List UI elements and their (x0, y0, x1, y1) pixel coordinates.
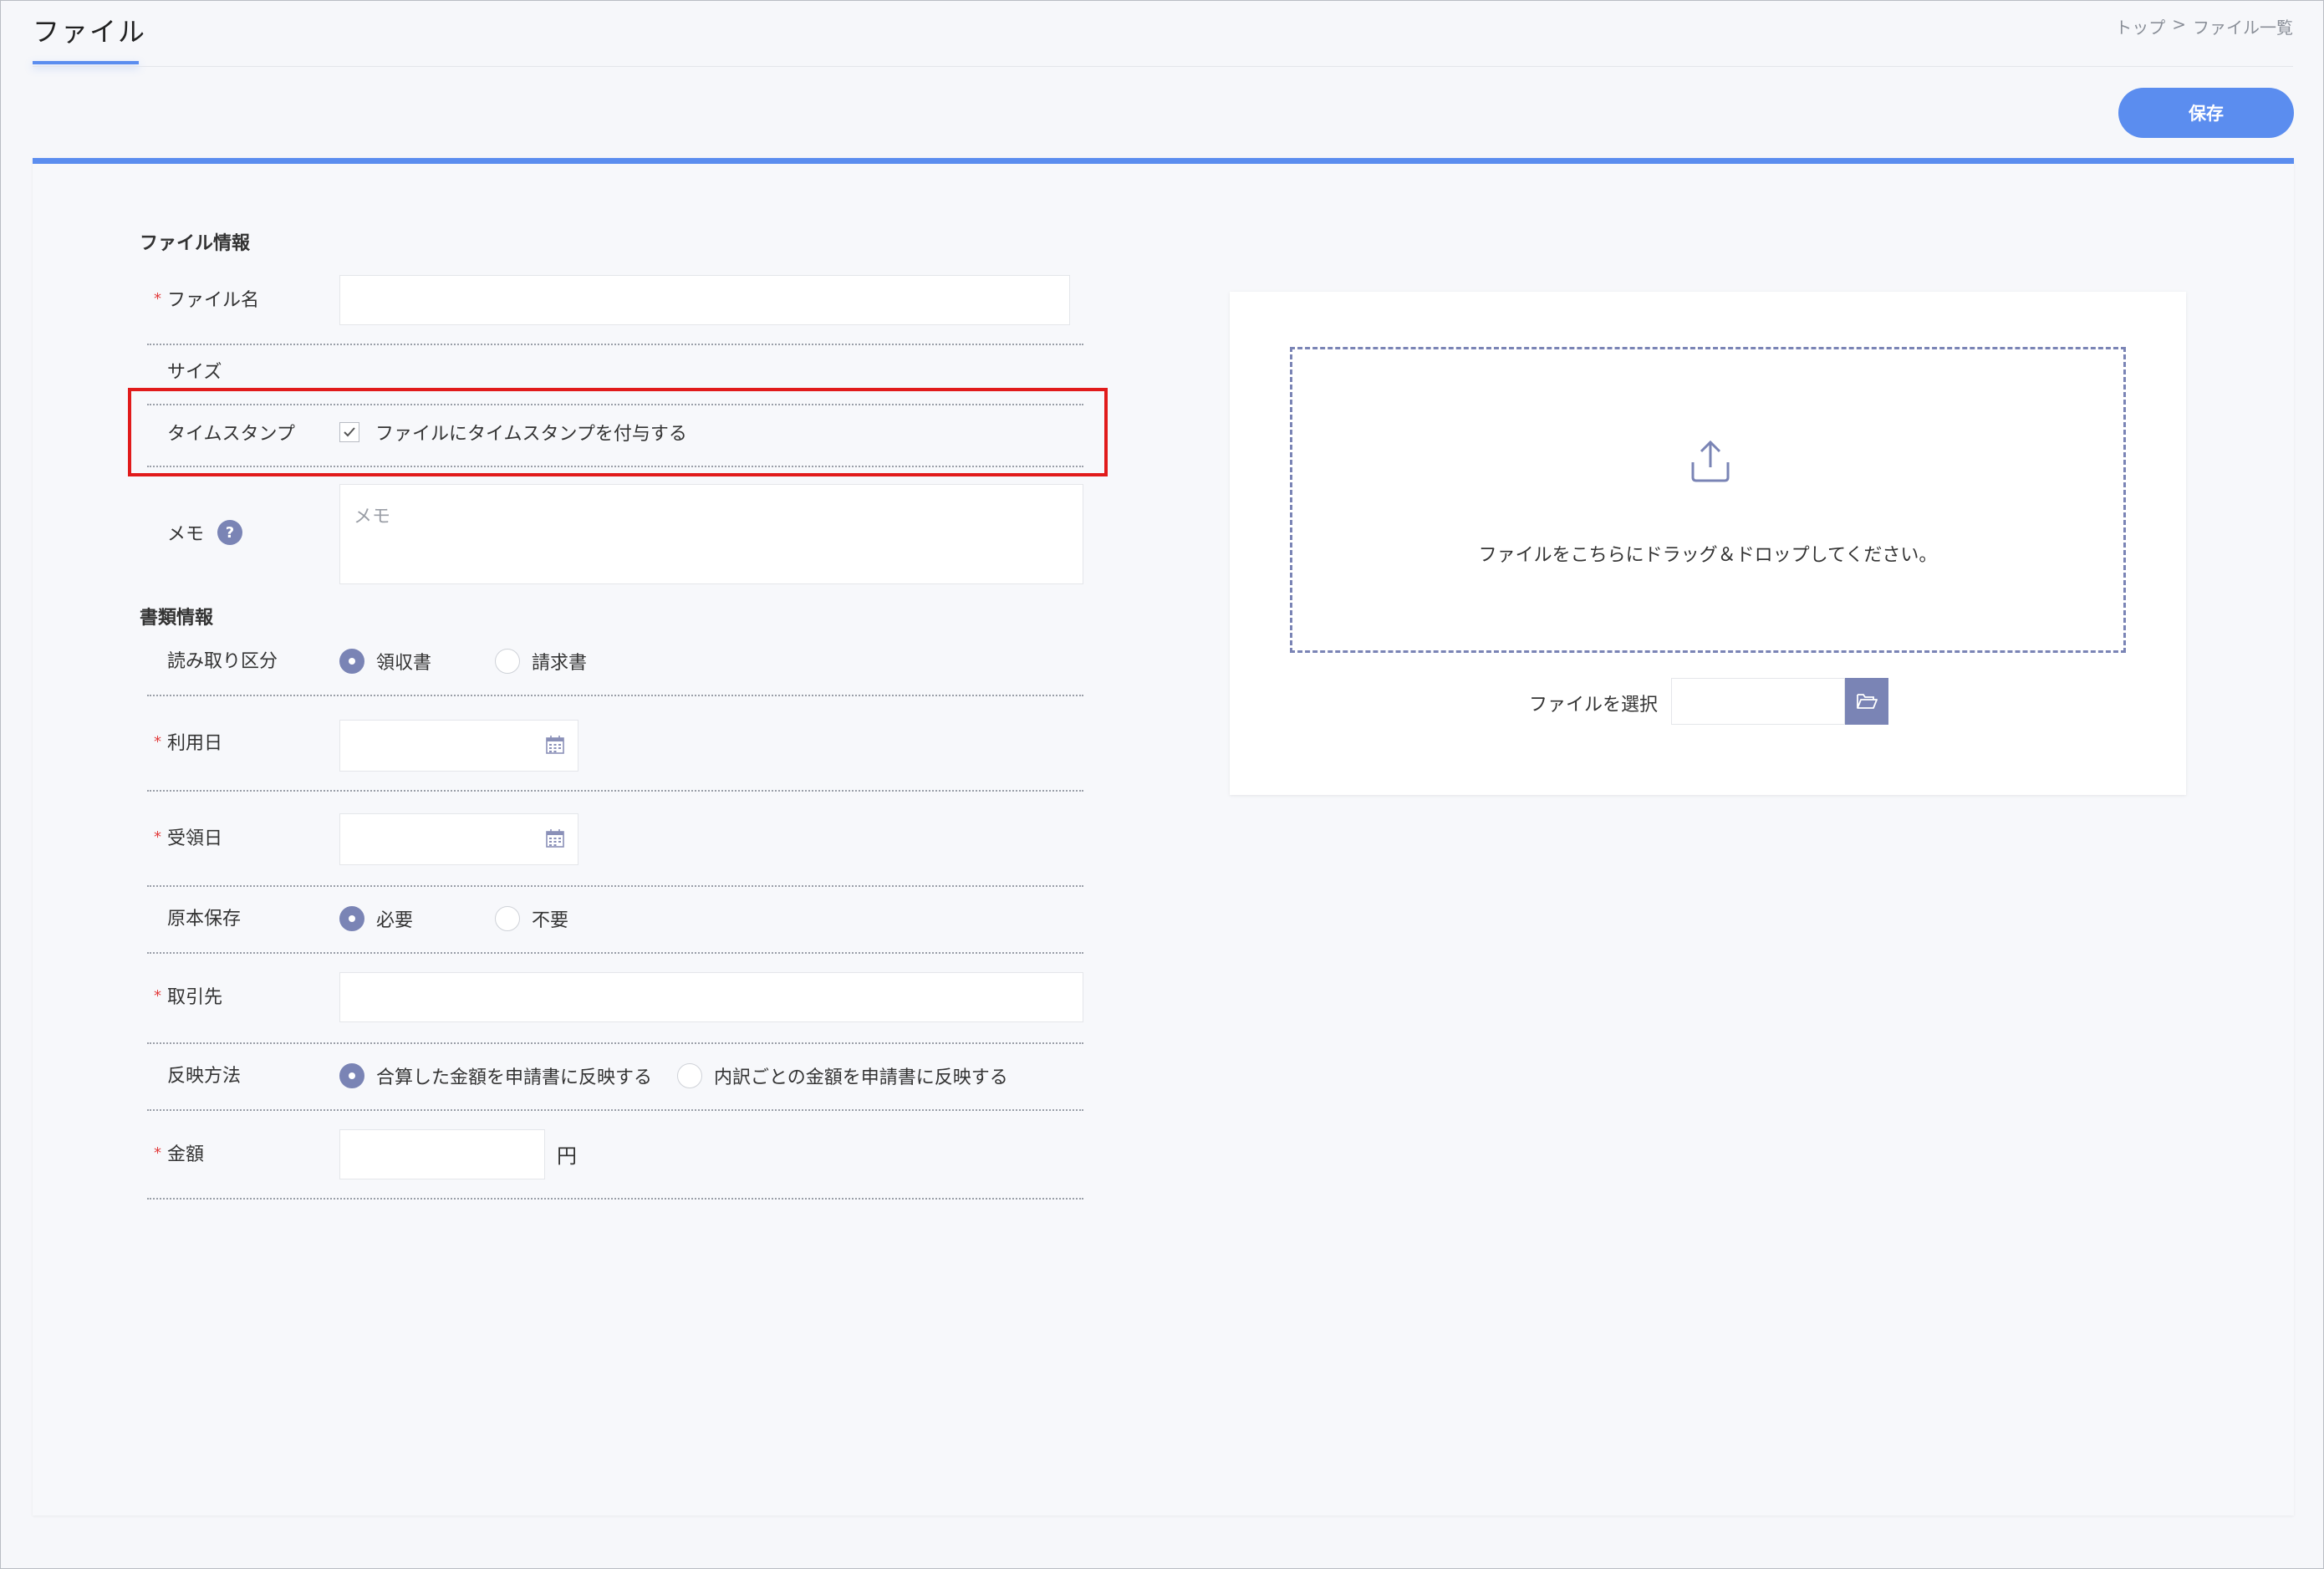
amount-label-text: 金額 (167, 1144, 205, 1165)
receipt-date-row: * 受領日 (147, 792, 1083, 887)
use-date-label: * 利用日 (154, 728, 223, 755)
memo-label: メモ ? (167, 519, 243, 546)
amount-unit: 円 (557, 1144, 577, 1168)
radio-invoice-circle[interactable] (495, 649, 521, 674)
help-icon[interactable]: ? (217, 520, 243, 545)
radio-required[interactable]: 必要 (339, 905, 413, 932)
amount-label: * 金額 (154, 1139, 205, 1166)
header-divider (33, 66, 2293, 67)
drop-text: ファイルをこちらにドラッグ＆ドロップしてください。 (1478, 545, 1938, 566)
folder-browse-button[interactable] (1845, 678, 1888, 725)
radio-not-required-label[interactable]: 不要 (532, 905, 568, 932)
radio-receipt-label[interactable]: 領収書 (376, 648, 431, 675)
calendar-icon[interactable] (546, 736, 564, 754)
breadcrumb-separator: > (2172, 14, 2186, 34)
breadcrumb-current: ファイル一覧 (2193, 18, 2293, 38)
required-mark: * (154, 986, 161, 1005)
radio-not-required[interactable]: 不要 (495, 905, 568, 932)
radio-breakdown-label[interactable]: 内訳ごとの金額を申請書に反映する (714, 1062, 1008, 1089)
partner-row: * 取引先 (147, 954, 1083, 1044)
breadcrumb: トップ > ファイル一覧 (2115, 14, 2293, 38)
reflect-method-row: 反映方法 合算した金額を申請書に反映する 内訳ごとの金額を申請書に反映する (147, 1044, 1083, 1111)
save-button[interactable]: 保存 (2118, 88, 2294, 138)
radio-not-required-circle[interactable] (495, 906, 521, 931)
read-type-row: 読み取り区分 領収書 請求書 (147, 636, 1083, 696)
original-storage-row: 原本保存 必要 不要 (147, 887, 1083, 954)
radio-breakdown-circle[interactable] (677, 1063, 703, 1088)
radio-combined-circle[interactable] (339, 1063, 364, 1088)
app-window: ファイル トップ > ファイル一覧 保存 ファイル情報 * ファイル名 サイズ … (0, 0, 2324, 1569)
radio-invoice-label[interactable]: 請求書 (532, 648, 587, 675)
title-underline (33, 61, 139, 64)
use-date-input[interactable] (339, 720, 578, 772)
drop-zone[interactable]: ファイルをこちらにドラッグ＆ドロップしてください。 (1290, 347, 2126, 653)
radio-combined[interactable]: 合算した金額を申請書に反映する (339, 1062, 652, 1089)
memo-placeholder: メモ (354, 507, 391, 527)
file-name-label: * ファイル名 (154, 285, 260, 312)
page-title: ファイル (33, 16, 147, 48)
receipt-date-label: * 受領日 (154, 823, 223, 850)
radio-breakdown[interactable]: 内訳ごとの金額を申請書に反映する (677, 1062, 1008, 1089)
radio-combined-label[interactable]: 合算した金額を申請書に反映する (376, 1062, 652, 1089)
size-label: サイズ (167, 362, 222, 383)
radio-invoice[interactable]: 請求書 (495, 648, 587, 675)
partner-label-text: 取引先 (167, 987, 223, 1008)
file-select-label: ファイルを選択 (1529, 695, 1659, 716)
radio-required-circle[interactable] (339, 906, 364, 931)
receipt-date-label-text: 受領日 (167, 828, 223, 849)
original-storage-radio-group: 必要 不要 (339, 905, 568, 932)
file-name-label-text: ファイル名 (167, 290, 260, 311)
amount-row: * 金額 円 (147, 1111, 1083, 1200)
partner-label: * 取引先 (154, 982, 223, 1009)
upload-panel: ファイルをこちらにドラッグ＆ドロップしてください。 ファイルを選択 (1230, 292, 2186, 795)
partner-input[interactable] (339, 972, 1083, 1022)
file-info-heading: ファイル情報 (140, 233, 251, 254)
reflect-method-label: 反映方法 (167, 1066, 242, 1087)
required-mark: * (154, 1144, 161, 1162)
radio-required-label[interactable]: 必要 (376, 905, 413, 932)
radio-receipt-circle[interactable] (339, 649, 364, 674)
amount-input[interactable] (339, 1129, 545, 1179)
file-name-input[interactable] (339, 275, 1070, 325)
calendar-icon[interactable] (546, 829, 564, 848)
folder-open-icon (1857, 694, 1878, 709)
highlight-annotation (128, 388, 1108, 476)
memo-row: メモ ? メモ (147, 479, 1083, 588)
file-select-input[interactable] (1671, 678, 1845, 725)
required-mark: * (154, 828, 161, 846)
breadcrumb-top-link[interactable]: トップ (2115, 14, 2165, 38)
file-name-row: * ファイル名 (147, 268, 1083, 345)
receipt-date-input[interactable] (339, 813, 578, 865)
required-mark: * (154, 732, 161, 751)
reflect-method-radio-group: 合算した金額を申請書に反映する 内訳ごとの金額を申請書に反映する (339, 1062, 1008, 1089)
memo-textarea[interactable]: メモ (339, 484, 1083, 584)
document-info-heading: 書類情報 (140, 608, 214, 629)
read-type-radio-group: 領収書 請求書 (339, 648, 587, 675)
upload-icon (1691, 440, 1730, 482)
read-type-label: 読み取り区分 (167, 651, 278, 672)
use-date-row: * 利用日 (147, 696, 1083, 792)
memo-label-text: メモ (167, 524, 205, 545)
original-storage-label: 原本保存 (167, 909, 242, 930)
use-date-label-text: 利用日 (167, 733, 223, 754)
radio-receipt[interactable]: 領収書 (339, 648, 431, 675)
required-mark: * (154, 289, 161, 308)
